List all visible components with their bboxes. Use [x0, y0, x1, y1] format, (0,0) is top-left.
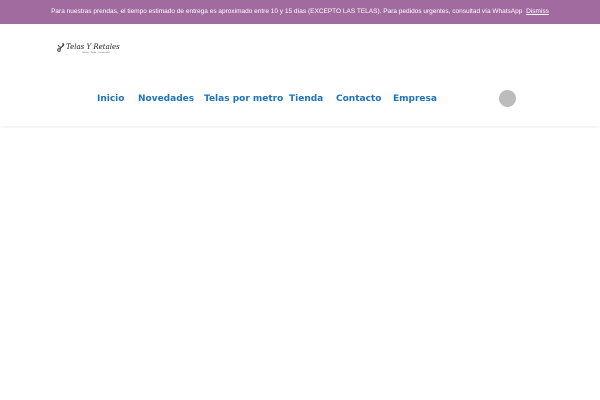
store-notice-text: Para nuestras prendas, el tiempo estimad…: [51, 8, 523, 15]
page-content: [0, 128, 600, 400]
search-icon[interactable]: [499, 90, 516, 107]
nav-item-contacto[interactable]: Contacto: [336, 88, 381, 110]
logo-tagline: Diseño · Moda · Creatividad: [82, 51, 110, 54]
site-header: Telas Y Retales Diseño · Moda · Creativi…: [0, 24, 600, 126]
site-logo[interactable]: Telas Y Retales Diseño · Moda · Creativi…: [56, 40, 120, 56]
dismiss-notice-link[interactable]: Dismiss: [526, 8, 549, 15]
nav-item-empresa[interactable]: Empresa: [393, 88, 437, 110]
nav-item-novedades[interactable]: Novedades: [138, 88, 194, 110]
nav-item-telas-por-metro[interactable]: Telas por metro: [204, 88, 283, 110]
logo-wordmark: Telas Y Retales: [66, 43, 120, 51]
nav-item-tienda[interactable]: Tienda: [289, 88, 323, 110]
store-notice-bar: Para nuestras prendas, el tiempo estimad…: [0, 0, 600, 24]
nav-item-inicio[interactable]: Inicio: [97, 88, 124, 110]
logo-graphic: Telas Y Retales Diseño · Moda · Creativi…: [57, 43, 120, 54]
